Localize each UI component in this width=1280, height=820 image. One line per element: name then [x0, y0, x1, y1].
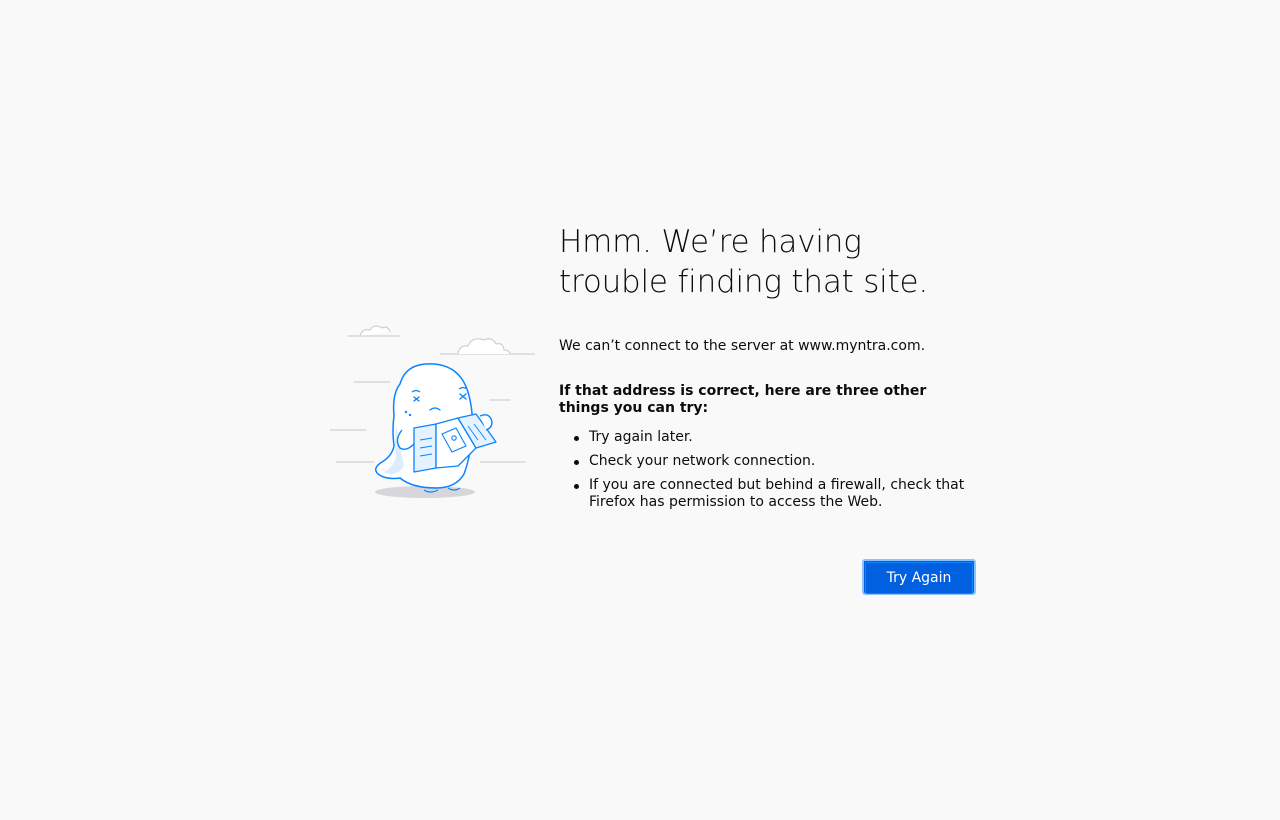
suggestion-item: If you are connected but behind a firewa…	[574, 477, 976, 511]
lost-monster-with-map-illustration	[330, 325, 535, 498]
try-again-label: Try Again	[865, 562, 973, 594]
error-content: Hmm. We’re having trouble finding that s…	[559, 222, 976, 518]
suggestion-item: Check your network connection.	[574, 453, 976, 470]
try-again-button[interactable]: Try Again	[862, 559, 976, 595]
cheek-dot	[404, 410, 408, 414]
page-title: Hmm. We’re having trouble finding that s…	[559, 224, 929, 300]
error-message: We can’t connect to the server at www.my…	[559, 338, 926, 354]
suggestions-list: Try again later. Check your network conn…	[559, 429, 976, 511]
cloud-left-icon	[359, 325, 391, 337]
suggestions-heading: If that address is correct, here are thr…	[559, 383, 927, 416]
cloud-right-icon	[457, 338, 511, 355]
error-page-container: Hmm. We’re having trouble finding that s…	[330, 222, 976, 602]
cheek-dot	[408, 413, 412, 417]
suggestion-item: Try again later.	[574, 429, 976, 446]
